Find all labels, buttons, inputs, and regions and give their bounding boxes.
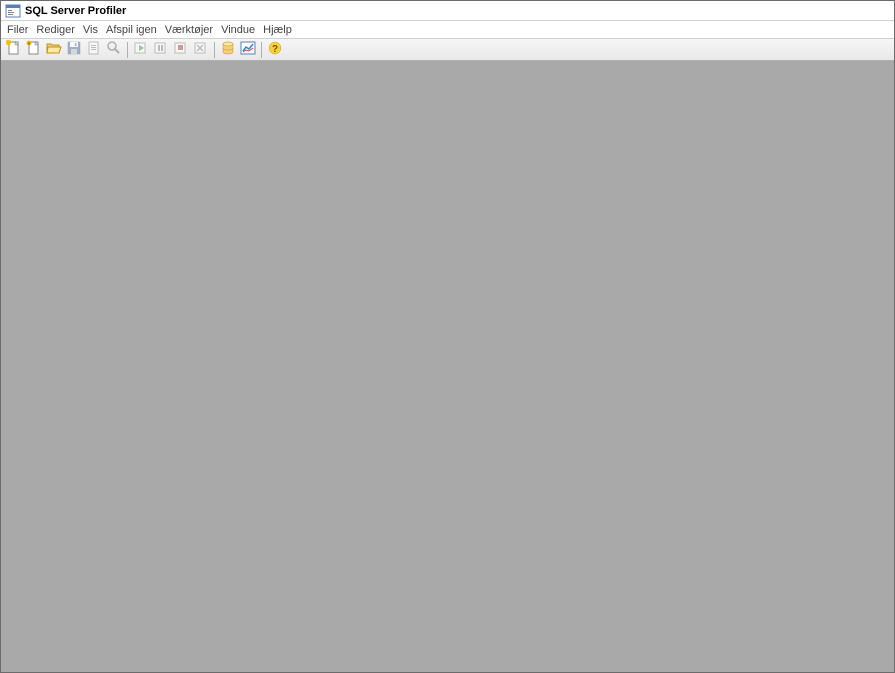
find-icon [106, 40, 122, 59]
clear-icon [193, 40, 209, 59]
run-icon [133, 40, 149, 59]
stop-icon [173, 40, 189, 59]
open-file-button[interactable] [45, 41, 63, 59]
database-icon [220, 40, 236, 59]
content-area [1, 61, 894, 672]
pause-button [152, 41, 170, 59]
save-icon [66, 40, 82, 59]
open-folder-icon [46, 40, 62, 59]
menu-afspil-igen[interactable]: Afspil igen [106, 24, 157, 36]
clear-button [192, 41, 210, 59]
menu-vis[interactable]: Vis [83, 24, 98, 36]
menu-filer[interactable]: Filer [7, 24, 28, 36]
titlebar: SQL Server Profiler [1, 1, 894, 21]
menu-rediger[interactable]: Rediger [36, 24, 75, 36]
run-button [132, 41, 150, 59]
find-button [105, 41, 123, 59]
help-icon: ? [267, 40, 283, 59]
menu-hjaelp[interactable]: Hjælp [263, 24, 292, 36]
new-template-icon: ★ [26, 40, 42, 59]
activity-monitor-button[interactable] [239, 41, 257, 59]
toolbar: ★ [1, 39, 894, 61]
toolbar-separator [127, 42, 128, 58]
menubar: Filer Rediger Vis Afspil igen Værktøjer … [1, 21, 894, 39]
new-template-button[interactable]: ★ [25, 41, 43, 59]
svg-text:★: ★ [27, 41, 32, 47]
database-tuning-button[interactable] [219, 41, 237, 59]
app-icon [5, 3, 21, 19]
menu-vindue[interactable]: Vindue [221, 24, 255, 36]
window-title: SQL Server Profiler [25, 5, 126, 17]
properties-button [85, 41, 103, 59]
chart-icon [240, 40, 256, 59]
toolbar-separator [214, 42, 215, 58]
menu-vaerktoejer[interactable]: Værktøjer [165, 24, 213, 36]
pause-icon [153, 40, 169, 59]
new-trace-icon [6, 40, 22, 59]
save-button [65, 41, 83, 59]
help-button[interactable]: ? [266, 41, 284, 59]
stop-button [172, 41, 190, 59]
new-trace-button[interactable] [5, 41, 23, 59]
properties-icon [86, 40, 102, 59]
toolbar-separator [261, 42, 262, 58]
svg-text:?: ? [272, 44, 278, 55]
